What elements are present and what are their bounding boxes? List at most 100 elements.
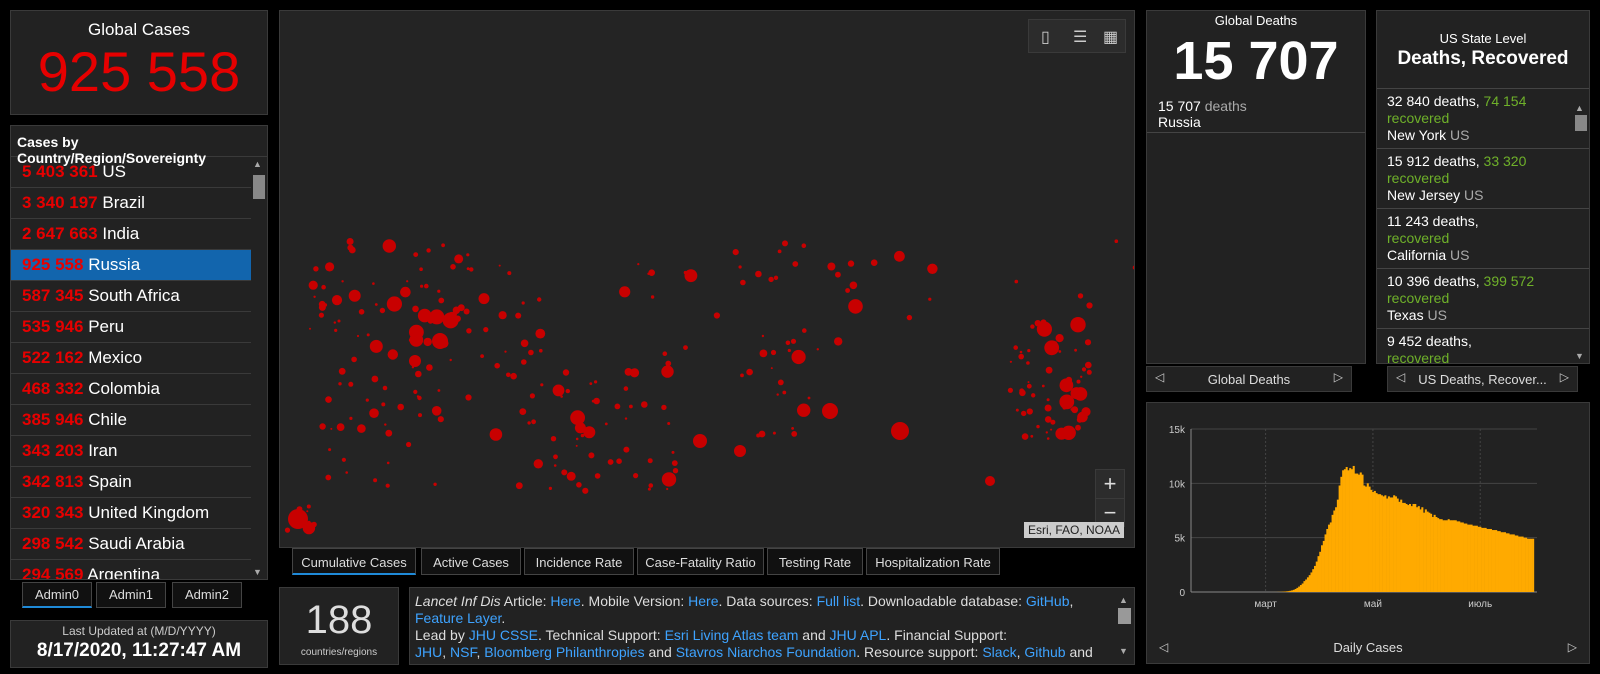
case-bubble[interactable]: [321, 284, 326, 290]
case-bubble[interactable]: [683, 345, 688, 350]
case-bubble[interactable]: [313, 295, 316, 298]
daily-cases-bar[interactable]: [1315, 561, 1318, 592]
case-bubble[interactable]: [400, 286, 411, 298]
case-bubble[interactable]: [498, 264, 501, 267]
daily-cases-bar[interactable]: [1460, 522, 1463, 592]
case-bubble[interactable]: [791, 431, 798, 437]
case-bubble[interactable]: [588, 452, 595, 459]
daily-cases-bar[interactable]: [1354, 473, 1357, 592]
case-bubble[interactable]: [515, 482, 523, 490]
daily-cases-bar[interactable]: [1403, 502, 1406, 592]
zoom-in-button[interactable]: +: [1096, 470, 1124, 499]
case-bubble[interactable]: [319, 423, 326, 430]
prev-arrow-icon[interactable]: ◁: [1159, 640, 1168, 654]
daily-cases-bar[interactable]: [1511, 534, 1514, 592]
daily-cases-bar[interactable]: [1428, 512, 1431, 592]
case-bubble[interactable]: [325, 474, 332, 481]
global-deaths-detail[interactable]: 15 707 deaths Russia: [1147, 90, 1365, 133]
daily-cases-bar[interactable]: [1523, 537, 1526, 592]
scroll-thumb[interactable]: [1575, 115, 1587, 131]
case-bubble[interactable]: [583, 426, 596, 439]
case-bubble[interactable]: [366, 333, 370, 337]
case-bubble[interactable]: [1086, 302, 1093, 309]
daily-cases-bar[interactable]: [1509, 534, 1512, 592]
case-bubble[interactable]: [801, 243, 807, 248]
case-bubble[interactable]: [457, 304, 465, 312]
case-bubble[interactable]: [772, 431, 776, 435]
case-bubble[interactable]: [589, 382, 593, 385]
case-bubble[interactable]: [510, 372, 517, 380]
daily-cases-bar[interactable]: [1394, 496, 1397, 592]
case-bubble[interactable]: [553, 464, 557, 467]
case-bubble[interactable]: [647, 487, 651, 491]
case-bubble[interactable]: [337, 319, 341, 323]
daily-cases-bar[interactable]: [1498, 531, 1501, 592]
case-bubble[interactable]: [560, 395, 563, 398]
tab-admin1[interactable]: Admin1: [96, 582, 166, 608]
case-bubble[interactable]: [665, 360, 672, 367]
us-state-row[interactable]: 10 396 deaths, 399 572 recovered Texas US: [1377, 269, 1589, 329]
daily-cases-bar[interactable]: [1336, 499, 1339, 592]
case-bubble[interactable]: [427, 318, 434, 324]
daily-cases-bar[interactable]: [1317, 556, 1320, 592]
daily-cases-bar[interactable]: [1357, 474, 1361, 592]
daily-cases-bar[interactable]: [1372, 492, 1375, 592]
case-bubble[interactable]: [791, 349, 806, 365]
case-bubble[interactable]: [372, 282, 375, 285]
case-bubble[interactable]: [348, 381, 354, 387]
case-bubble[interactable]: [449, 358, 452, 362]
bookmark-icon[interactable]: ▯: [1041, 27, 1050, 47]
case-bubble[interactable]: [777, 249, 782, 254]
country-row[interactable]: 385 946 Chile: [11, 405, 251, 436]
case-bubble[interactable]: [1071, 406, 1079, 414]
case-bubble[interactable]: [521, 359, 527, 365]
case-bubble[interactable]: [667, 422, 671, 425]
case-bubble[interactable]: [338, 382, 342, 386]
case-bubble[interactable]: [1027, 349, 1031, 353]
daily-cases-bar[interactable]: [1321, 545, 1324, 592]
case-bubble[interactable]: [594, 473, 601, 479]
case-bubble[interactable]: [633, 473, 639, 479]
case-bubble[interactable]: [1114, 239, 1119, 243]
case-bubble[interactable]: [397, 403, 404, 411]
case-bubble[interactable]: [834, 337, 843, 346]
daily-cases-bar[interactable]: [1467, 524, 1470, 592]
daily-cases-bar[interactable]: [1502, 532, 1505, 592]
daily-cases-bar[interactable]: [1516, 535, 1519, 592]
github2-link[interactable]: Github: [1024, 644, 1065, 660]
case-bubble[interactable]: [576, 425, 584, 433]
case-bubble[interactable]: [437, 289, 441, 293]
case-bubble[interactable]: [318, 300, 326, 308]
daily-cases-bar[interactable]: [1329, 522, 1332, 592]
case-bubble[interactable]: [693, 434, 707, 448]
case-bubble[interactable]: [527, 421, 531, 425]
case-bubble[interactable]: [770, 367, 773, 370]
daily-cases-bar[interactable]: [1294, 588, 1297, 592]
case-bubble[interactable]: [671, 460, 678, 466]
case-bubble[interactable]: [432, 333, 448, 349]
daily-cases-bar[interactable]: [1299, 585, 1302, 592]
daily-cases-bar[interactable]: [1377, 494, 1380, 592]
daily-cases-bar[interactable]: [1335, 507, 1338, 592]
tab-cumulative-cases[interactable]: Cumulative Cases: [292, 548, 416, 575]
case-bubble[interactable]: [870, 259, 878, 266]
case-bubble[interactable]: [406, 280, 409, 283]
us-state-row[interactable]: 32 840 deaths, 74 154 recovered New York U…: [1377, 89, 1589, 149]
info-scrollbar[interactable]: ▲ ▼: [1116, 590, 1132, 662]
daily-cases-bar[interactable]: [1410, 506, 1413, 592]
daily-cases-bar[interactable]: [1500, 532, 1503, 592]
daily-cases-bar[interactable]: [1421, 507, 1424, 592]
case-bubble[interactable]: [1077, 293, 1084, 299]
case-bubble[interactable]: [466, 267, 470, 271]
case-bubble[interactable]: [1076, 379, 1081, 384]
case-bubble[interactable]: [791, 427, 794, 430]
daily-cases-bar[interactable]: [1326, 528, 1329, 592]
scroll-down-icon[interactable]: ▼: [253, 567, 262, 577]
case-bubble[interactable]: [441, 243, 445, 248]
case-bubble[interactable]: [384, 423, 387, 426]
case-bubble[interactable]: [1036, 424, 1040, 429]
case-bubble[interactable]: [413, 252, 419, 257]
jhu-link[interactable]: JHU: [415, 644, 442, 660]
next-arrow-icon[interactable]: ▷: [1334, 370, 1343, 384]
daily-cases-bar[interactable]: [1532, 538, 1535, 592]
